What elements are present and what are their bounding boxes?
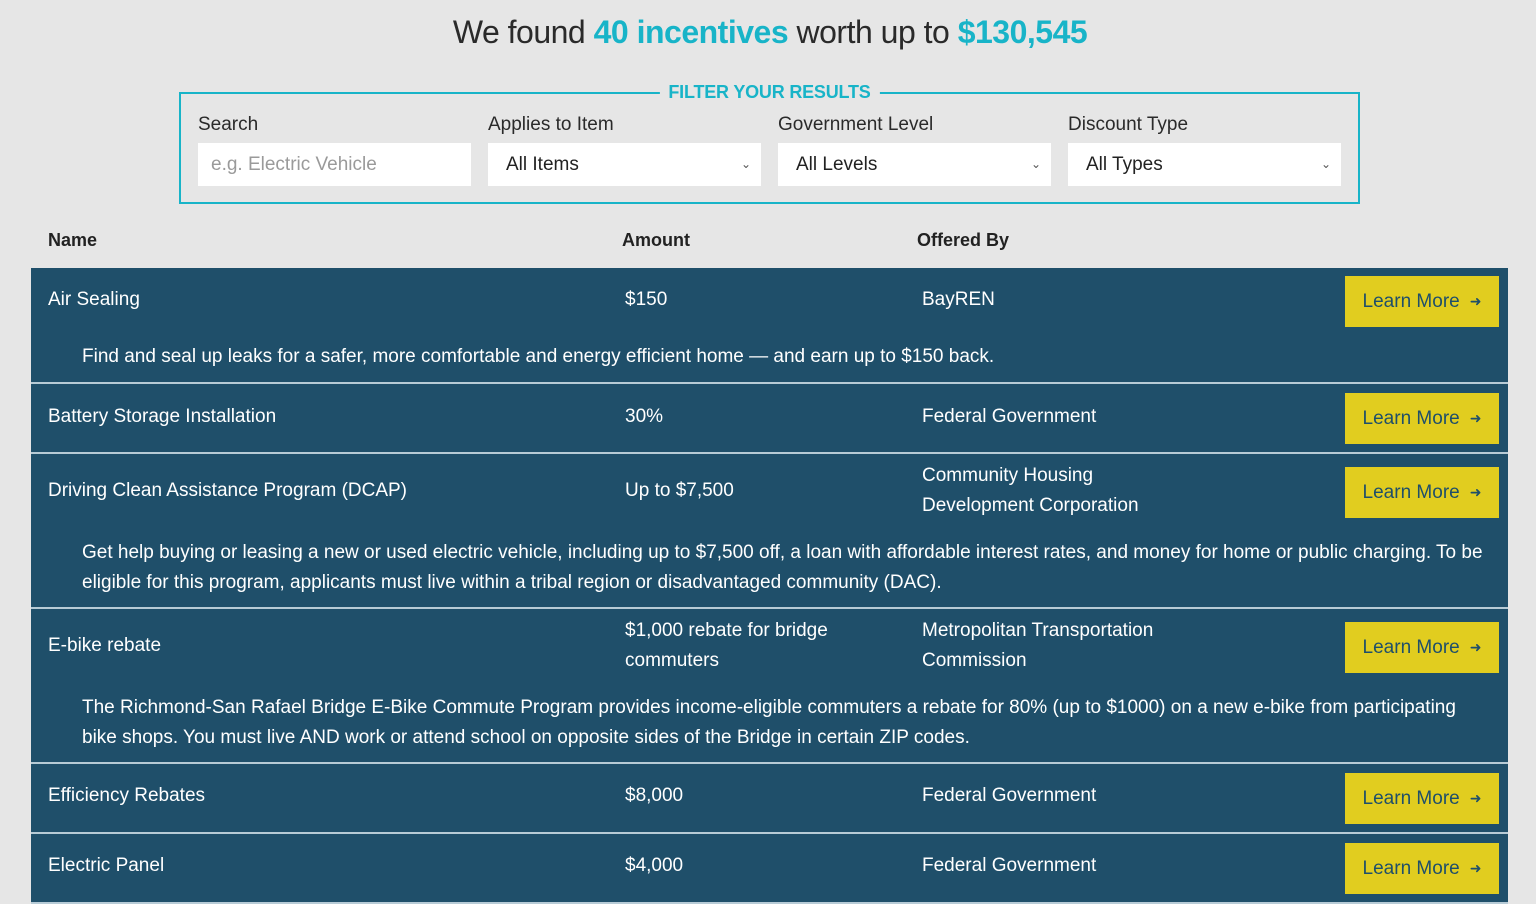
headline-middle: worth up to bbox=[788, 14, 958, 50]
row-name: Electric Panel bbox=[48, 855, 165, 876]
row-offered-by: Federal Government bbox=[922, 406, 1097, 427]
header-name: Name bbox=[48, 230, 98, 250]
row-amount: Up to $7,500 bbox=[625, 480, 734, 501]
total-amount: $130,545 bbox=[957, 14, 1088, 50]
level-filter: Government Level All Levels ⌄ bbox=[778, 114, 1051, 186]
row-name: Battery Storage Installation bbox=[48, 406, 277, 427]
table-row: Air Sealing $150 BayREN Learn More ➜ Fin… bbox=[31, 268, 1508, 384]
learn-more-label: Learn More bbox=[1362, 857, 1460, 879]
item-label: Applies to Item bbox=[488, 114, 614, 135]
row-amount: $1,000 rebate for bridge commuters bbox=[625, 620, 828, 671]
discount-select-value: All Types bbox=[1086, 154, 1163, 175]
filter-panel: FILTER YOUR RESULTS Search e.g. Electric… bbox=[179, 82, 1360, 204]
item-filter: Applies to Item All Items ⌄ bbox=[488, 114, 761, 186]
level-select[interactable]: All Levels ⌄ bbox=[778, 143, 1051, 186]
chevron-down-icon: ⌄ bbox=[740, 157, 751, 171]
learn-more-label: Learn More bbox=[1362, 787, 1460, 809]
row-amount: $4,000 bbox=[625, 855, 684, 876]
arrow-right-icon: ➜ bbox=[1469, 293, 1482, 309]
learn-more-label: Learn More bbox=[1362, 290, 1460, 312]
level-label: Government Level bbox=[778, 114, 934, 135]
row-name: Efficiency Rebates bbox=[48, 785, 206, 806]
row-offered-by: BayREN bbox=[922, 289, 995, 310]
row-name: E-bike rebate bbox=[48, 635, 162, 656]
row-offered-by: Metropolitan Transportation Commission bbox=[922, 620, 1154, 671]
chevron-down-icon: ⌄ bbox=[1030, 157, 1041, 171]
table-row: Efficiency Rebates $8,000 Federal Govern… bbox=[31, 764, 1508, 834]
arrow-right-icon: ➜ bbox=[1469, 484, 1482, 500]
item-select[interactable]: All Items ⌄ bbox=[488, 143, 761, 186]
item-select-value: All Items bbox=[506, 154, 579, 175]
row-description: Get help buying or leasing a new or used… bbox=[82, 542, 1483, 593]
header-amount: Amount bbox=[622, 230, 690, 250]
learn-more-button[interactable]: Learn More ➜ bbox=[1345, 276, 1499, 327]
row-amount: $150 bbox=[625, 289, 668, 310]
table-row: Driving Clean Assistance Program (DCAP) … bbox=[31, 454, 1508, 609]
learn-more-label: Learn More bbox=[1362, 636, 1460, 658]
learn-more-button[interactable]: Learn More ➜ bbox=[1345, 843, 1499, 894]
row-name: Air Sealing bbox=[48, 289, 140, 310]
learn-more-button[interactable]: Learn More ➜ bbox=[1345, 467, 1499, 518]
table-row: Battery Storage Installation 30% Federal… bbox=[31, 384, 1508, 454]
row-amount: 30% bbox=[625, 406, 664, 427]
arrow-right-icon: ➜ bbox=[1469, 410, 1482, 426]
discount-filter: Discount Type All Types ⌄ bbox=[1068, 114, 1341, 186]
row-description: Find and seal up leaks for a safer, more… bbox=[82, 346, 995, 367]
arrow-right-icon: ➜ bbox=[1469, 860, 1482, 876]
table-row: Electric Panel $4,000 Federal Government… bbox=[31, 834, 1508, 904]
table-row: E-bike rebate $1,000 rebate for bridge c… bbox=[31, 609, 1508, 764]
row-amount: $8,000 bbox=[625, 785, 684, 806]
search-input[interactable]: e.g. Electric Vehicle bbox=[198, 143, 471, 186]
search-filter: Search e.g. Electric Vehicle bbox=[198, 114, 471, 186]
row-description: The Richmond-San Rafael Bridge E-Bike Co… bbox=[82, 697, 1456, 748]
learn-more-button[interactable]: Learn More ➜ bbox=[1345, 622, 1499, 673]
table-header: Name Amount Offered By bbox=[48, 230, 1508, 260]
incentives-table: Air Sealing $150 BayREN Learn More ➜ Fin… bbox=[31, 268, 1508, 904]
header-offered-by: Offered By bbox=[917, 230, 1010, 250]
learn-more-button[interactable]: Learn More ➜ bbox=[1345, 393, 1499, 444]
filter-legend: FILTER YOUR RESULTS bbox=[659, 82, 880, 103]
learn-more-label: Learn More bbox=[1362, 481, 1460, 503]
arrow-right-icon: ➜ bbox=[1469, 639, 1482, 655]
discount-label: Discount Type bbox=[1068, 114, 1189, 135]
headline-prefix: We found bbox=[452, 14, 594, 50]
chevron-down-icon: ⌄ bbox=[1320, 157, 1331, 171]
results-headline: We found 40 incentives worth up to $130,… bbox=[0, 14, 1536, 51]
level-select-value: All Levels bbox=[796, 154, 878, 175]
row-offered-by: Federal Government bbox=[922, 855, 1097, 876]
learn-more-label: Learn More bbox=[1362, 407, 1460, 429]
incentive-count: 40 incentives bbox=[593, 14, 789, 50]
learn-more-button[interactable]: Learn More ➜ bbox=[1345, 773, 1499, 824]
search-label: Search bbox=[198, 114, 259, 135]
row-offered-by: Community Housing Development Corporatio… bbox=[922, 465, 1139, 516]
arrow-right-icon: ➜ bbox=[1469, 790, 1482, 806]
row-name: Driving Clean Assistance Program (DCAP) bbox=[48, 480, 408, 501]
row-offered-by: Federal Government bbox=[922, 785, 1097, 806]
discount-select[interactable]: All Types ⌄ bbox=[1068, 143, 1341, 186]
